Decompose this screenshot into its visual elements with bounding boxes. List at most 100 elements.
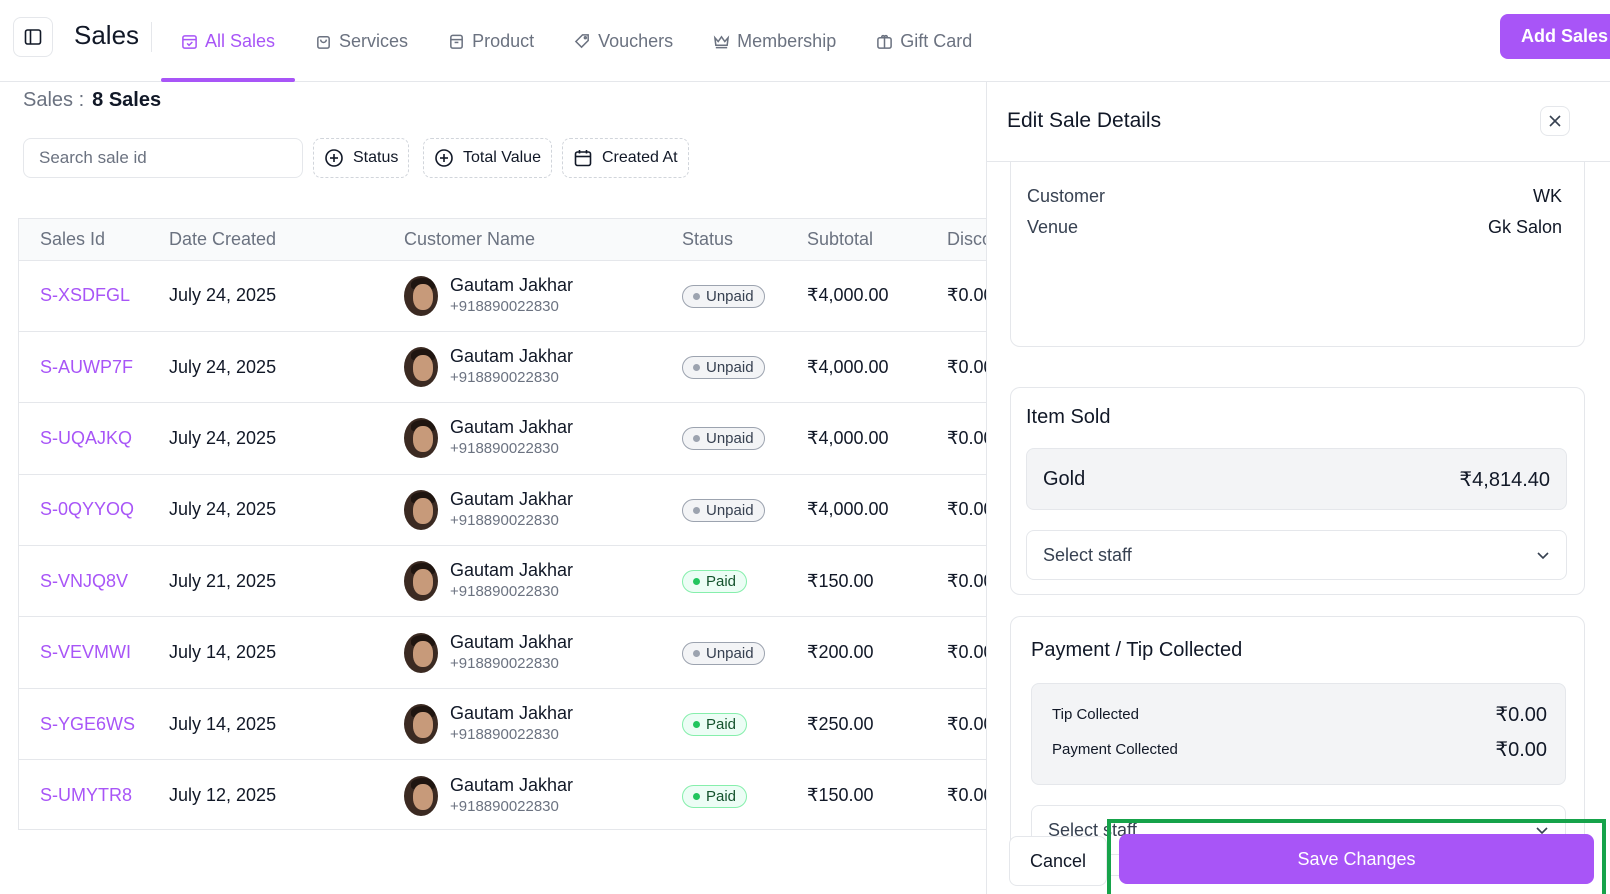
- discount: ₹0.00: [947, 260, 990, 332]
- search-input[interactable]: [23, 138, 303, 178]
- row-spacer: [19, 545, 40, 618]
- column-header-discount[interactable]: Discount: [947, 219, 990, 261]
- sale-id-link[interactable]: S-VEVMWI: [40, 642, 131, 662]
- add-sales-button[interactable]: Add Sales: [1500, 14, 1610, 59]
- tab-product[interactable]: Product: [428, 0, 554, 82]
- status-text: Unpaid: [706, 287, 754, 305]
- tab-label: All Sales: [205, 30, 276, 51]
- sale-id-link[interactable]: S-XSDFGL: [40, 285, 130, 305]
- sale-id-link[interactable]: S-VNJQ8V: [40, 571, 128, 591]
- avatar: [404, 418, 438, 459]
- discount: ₹0.00: [947, 545, 990, 618]
- subtotal: ₹4,000.00: [807, 260, 947, 332]
- sale-id-link[interactable]: S-AUWP7F: [40, 357, 133, 377]
- status-dot: [693, 292, 700, 300]
- table-row[interactable]: S-VNJQ8V July 21, 2025 Gautam Jakhar +91889…: [19, 545, 990, 618]
- sale-id-link[interactable]: S-UQAJKQ: [40, 428, 132, 448]
- sale-id-link[interactable]: S-YGE6WS: [40, 714, 135, 734]
- tab-label: Gift Card: [900, 30, 973, 51]
- item-price: ₹4,814.40: [1459, 468, 1550, 491]
- status-badge: Unpaid: [682, 641, 765, 665]
- tab-label: Vouchers: [598, 30, 674, 51]
- customer-row: Customer WK: [1027, 186, 1562, 207]
- tab-vouchers[interactable]: Vouchers: [554, 0, 693, 82]
- customer-cell: Gautam Jakhar +918890022830: [404, 702, 682, 746]
- tab-bar: All Sales Services Product Vouchers Memb…: [161, 0, 992, 82]
- sales-table: Sales Id Date Created Customer Name Stat…: [18, 218, 990, 830]
- status-badge: Paid: [682, 784, 748, 808]
- tab-label: Membership: [737, 30, 837, 51]
- sidebar-panel-icon: [24, 29, 42, 45]
- column-header-status[interactable]: Status: [682, 219, 807, 261]
- customer-phone: +918890022830: [450, 440, 559, 458]
- column-header-customer-name[interactable]: Customer Name: [404, 219, 682, 261]
- sale-id-link[interactable]: S-0QYYOQ: [40, 499, 134, 519]
- table-row[interactable]: S-UMYTR8 July 12, 2025 Gautam Jakhar +91889…: [19, 760, 990, 829]
- sidebar-toggle-button[interactable]: [13, 17, 53, 57]
- column-header-date-created[interactable]: Date Created: [169, 219, 404, 261]
- panel-header: Edit Sale Details: [987, 82, 1610, 162]
- customer-phone: +918890022830: [450, 511, 559, 529]
- cancel-button[interactable]: Cancel: [1009, 836, 1107, 886]
- avatar: [404, 489, 438, 530]
- status-badge: Unpaid: [682, 356, 765, 380]
- payment-collected-label: Payment Collected: [1052, 741, 1178, 758]
- tab-label: Services: [339, 30, 409, 51]
- customer-cell: Gautam Jakhar +918890022830: [404, 631, 682, 675]
- customer-name: Gautam Jakhar: [450, 560, 574, 581]
- column-header-subtotal[interactable]: Subtotal: [807, 219, 947, 261]
- discount: ₹0.00: [947, 688, 990, 761]
- sale-id-link[interactable]: S-UMYTR8: [40, 785, 132, 805]
- tab-gift-card[interactable]: Gift Card: [856, 0, 992, 82]
- venue-value: Gk Salon: [1487, 217, 1562, 237]
- table-row[interactable]: S-0QYYOQ July 24, 2025 Gautam Jakhar +91889…: [19, 474, 990, 547]
- sales-count-value: 8 Sales: [92, 89, 162, 111]
- discount: ₹0.00: [947, 402, 990, 475]
- subtotal: ₹4,000.00: [807, 474, 947, 547]
- date-created: July 21, 2025: [169, 545, 404, 618]
- customer-name: Gautam Jakhar: [450, 631, 574, 652]
- status-dot: [693, 364, 700, 372]
- total-value-filter-button[interactable]: Total Value: [423, 138, 552, 178]
- status-text: Paid: [706, 573, 737, 591]
- title-divider: [151, 22, 152, 52]
- subtotal: ₹200.00: [807, 616, 947, 689]
- status-dot: [693, 721, 700, 729]
- date-created: July 24, 2025: [169, 331, 404, 404]
- status-dot: [693, 792, 700, 800]
- status-filter-button[interactable]: Status: [313, 138, 410, 178]
- status-badge: Unpaid: [682, 427, 765, 451]
- chevron-down-icon: [1537, 552, 1549, 560]
- status-dot: [693, 578, 700, 586]
- discount: ₹0.00: [947, 474, 990, 547]
- column-header-sales-id[interactable]: Sales Id: [40, 219, 169, 261]
- panel-title: Edit Sale Details: [1007, 109, 1162, 132]
- status-text: Unpaid: [706, 644, 754, 662]
- table-row[interactable]: S-AUWP7F July 24, 2025 Gautam Jakhar +91889…: [19, 331, 990, 404]
- date-created: July 24, 2025: [169, 402, 404, 475]
- table-row[interactable]: S-YGE6WS July 14, 2025 Gautam Jakhar +91889…: [19, 688, 990, 761]
- status-text: Unpaid: [706, 359, 754, 377]
- table-row[interactable]: S-VEVMWI July 14, 2025 Gautam Jakhar +91889…: [19, 616, 990, 689]
- table-row[interactable]: S-UQAJKQ July 24, 2025 Gautam Jakhar +91889…: [19, 402, 990, 475]
- save-changes-button[interactable]: Save Changes: [1119, 834, 1594, 884]
- sales-count: Sales : 8 Sales: [23, 89, 161, 112]
- customer-cell: Gautam Jakhar +918890022830: [404, 416, 682, 460]
- avatar: [404, 275, 438, 316]
- tab-all-sales[interactable]: All Sales: [161, 0, 296, 82]
- page-title: Sales: [74, 20, 140, 50]
- plus-circle-icon: [325, 149, 343, 167]
- item-sold-title: Item Sold: [1026, 406, 1111, 428]
- date-created: July 24, 2025: [169, 474, 404, 547]
- payment-title: Payment / Tip Collected: [1031, 639, 1243, 661]
- item-staff-select[interactable]: Select staff: [1026, 530, 1567, 580]
- tab-services[interactable]: Services: [295, 0, 428, 82]
- status-badge: Unpaid: [682, 498, 765, 522]
- status-badge: Paid: [682, 570, 748, 594]
- tab-membership[interactable]: Membership: [693, 0, 856, 82]
- created-at-filter-button[interactable]: Created At: [562, 138, 689, 178]
- venue-row: Venue Gk Salon: [1027, 217, 1562, 238]
- select-placeholder: Select staff: [1043, 544, 1132, 565]
- table-row[interactable]: S-XSDFGL July 24, 2025 Gautam Jakhar +91889…: [19, 260, 990, 332]
- close-panel-button[interactable]: [1540, 106, 1570, 136]
